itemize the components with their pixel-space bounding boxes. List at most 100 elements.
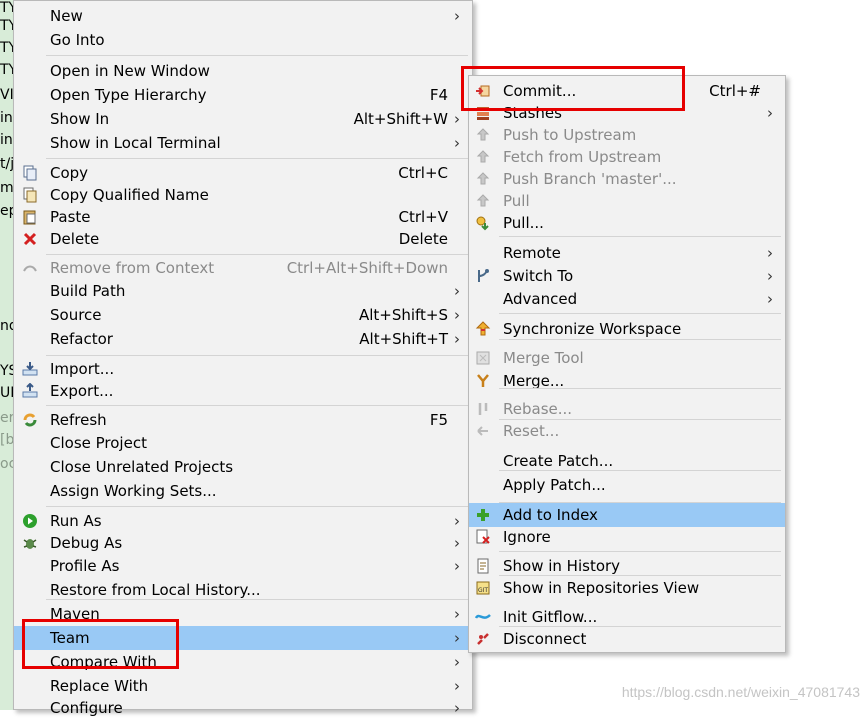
team-item-fetch-from-upstream[interactable]: Fetch from Upstream <box>469 145 785 169</box>
team-item-remote[interactable]: Remote › <box>469 241 785 265</box>
menu-item-replace-with[interactable]: Replace With › <box>14 674 472 698</box>
menu-separator <box>46 158 468 159</box>
pull-dialog-icon <box>475 215 491 231</box>
team-item-rebase[interactable]: Rebase... <box>469 397 785 421</box>
remove-context-icon <box>22 260 38 276</box>
menu-item-label: Configure <box>50 699 123 717</box>
menu-item-paste[interactable]: Paste Ctrl+V <box>14 205 472 229</box>
team-item-pull[interactable]: Pull... <box>469 211 785 235</box>
submenu-arrow-icon: › <box>454 629 460 647</box>
menu-item-label: Init Gitflow... <box>503 608 598 626</box>
submenu-arrow-icon: › <box>767 244 773 262</box>
menu-item-close-unrelated-projects[interactable]: Close Unrelated Projects <box>14 455 472 479</box>
editor-text-fragment: TY <box>0 0 14 16</box>
reset-icon <box>475 423 491 439</box>
submenu-arrow-icon: › <box>454 282 460 300</box>
menu-item-new[interactable]: New › <box>14 4 472 28</box>
team-item-pull[interactable]: Pull <box>469 189 785 213</box>
menu-item-label: Import... <box>50 360 115 378</box>
menu-separator <box>46 599 468 600</box>
menu-item-label: Build Path <box>50 282 126 300</box>
menu-item-label: Rebase... <box>503 400 573 418</box>
menu-separator <box>46 55 468 56</box>
menu-separator <box>499 236 781 237</box>
submenu-arrow-icon: › <box>767 267 773 285</box>
add-index-icon <box>475 507 491 523</box>
team-item-reset[interactable]: Reset... <box>469 419 785 443</box>
team-item-merge-tool[interactable]: Merge Tool <box>469 346 785 370</box>
menu-item-debug-as[interactable]: Debug As › <box>14 531 472 555</box>
menu-item-profile-as[interactable]: Profile As › <box>14 554 472 578</box>
menu-item-label: Reset... <box>503 422 560 440</box>
menu-separator <box>499 339 781 340</box>
submenu-arrow-icon: › <box>454 605 460 623</box>
menu-item-show-in[interactable]: Show In Alt+Shift+W › <box>14 107 472 131</box>
menu-item-open-type-hierarchy[interactable]: Open Type Hierarchy F4 <box>14 83 472 107</box>
editor-text-fragment: in, <box>0 110 14 126</box>
copy-qualified-icon <box>22 187 38 203</box>
switch-branch-icon <box>475 268 491 284</box>
team-item-merge[interactable]: Merge... <box>469 369 785 393</box>
team-item-apply-patch[interactable]: Apply Patch... <box>469 473 785 497</box>
editor-text-fragment: TY <box>0 18 14 34</box>
menu-item-copy[interactable]: Copy Ctrl+C <box>14 161 472 185</box>
submenu-arrow-icon: › <box>454 512 460 530</box>
submenu-arrow-icon: › <box>454 110 460 128</box>
menu-item-assign-working-sets[interactable]: Assign Working Sets... <box>14 479 472 503</box>
team-item-push-to-upstream[interactable]: Push to Upstream <box>469 123 785 147</box>
submenu-arrow-icon: › <box>454 699 460 717</box>
menu-item-label: Source <box>50 306 102 324</box>
menu-item-label: Disconnect <box>503 630 587 648</box>
menu-item-run-as[interactable]: Run As › <box>14 509 472 533</box>
paste-icon <box>22 209 38 225</box>
menu-item-build-path[interactable]: Build Path › <box>14 279 472 303</box>
delete-icon <box>22 231 38 247</box>
ignore-icon <box>475 529 491 545</box>
team-item-advanced[interactable]: Advanced › <box>469 287 785 311</box>
menu-separator <box>46 254 468 255</box>
menu-item-configure[interactable]: Configure › <box>14 696 472 720</box>
import-icon <box>22 361 38 377</box>
submenu-arrow-icon: › <box>454 330 460 348</box>
menu-separator <box>499 551 781 552</box>
menu-item-open-in-new-window[interactable]: Open in New Window <box>14 59 472 83</box>
menu-separator <box>499 502 781 503</box>
shortcut-label: Ctrl+# <box>709 82 761 100</box>
team-item-synchronize-workspace[interactable]: Synchronize Workspace <box>469 317 785 341</box>
menu-separator <box>46 506 468 507</box>
editor-text-fragment: TY <box>0 62 14 78</box>
editor-text-fragment: m <box>0 180 14 196</box>
menu-item-remove-from-context[interactable]: Remove from Context Ctrl+Alt+Shift+Down <box>14 256 472 280</box>
menu-item-import[interactable]: Import... <box>14 357 472 381</box>
team-item-show-in-repositories-view[interactable]: GIT Show in Repositories View <box>469 576 785 600</box>
menu-item-refresh[interactable]: Refresh F5 <box>14 408 472 432</box>
menu-item-source[interactable]: Source Alt+Shift+S › <box>14 303 472 327</box>
menu-item-label: Open in New Window <box>50 62 210 80</box>
team-item-push-branch-master[interactable]: Push Branch 'master'... <box>469 167 785 191</box>
team-item-switch-to[interactable]: Switch To › <box>469 264 785 288</box>
menu-item-refactor[interactable]: Refactor Alt+Shift+T › <box>14 327 472 351</box>
menu-item-go-into[interactable]: Go Into <box>14 28 472 52</box>
team-item-disconnect[interactable]: Disconnect <box>469 627 785 651</box>
team-item-ignore[interactable]: Ignore <box>469 525 785 549</box>
history-icon <box>475 558 491 574</box>
menu-separator <box>499 470 781 471</box>
debug-icon <box>22 535 38 551</box>
submenu-arrow-icon: › <box>454 557 460 575</box>
submenu-arrow-icon: › <box>767 104 773 122</box>
menu-item-export[interactable]: Export... <box>14 379 472 403</box>
menu-item-copy-qualified-name[interactable]: Copy Qualified Name <box>14 183 472 207</box>
menu-item-close-project[interactable]: Close Project <box>14 431 472 455</box>
menu-item-show-in-local-terminal[interactable]: Show in Local Terminal › <box>14 131 472 155</box>
menu-item-label: Ignore <box>503 528 551 546</box>
menu-item-label: Synchronize Workspace <box>503 320 682 338</box>
merge-icon <box>475 373 491 389</box>
refresh-icon <box>22 412 38 428</box>
shortcut-label: F4 <box>429 86 448 104</box>
menu-item-delete[interactable]: Delete Delete <box>14 227 472 251</box>
push-branch-icon <box>475 171 491 187</box>
merge-tool-icon <box>475 350 491 366</box>
shortcut-label: Ctrl+C <box>398 164 448 182</box>
shortcut-label: Alt+Shift+T <box>359 330 448 348</box>
team-item-add-to-index[interactable]: Add to Index <box>469 503 785 527</box>
